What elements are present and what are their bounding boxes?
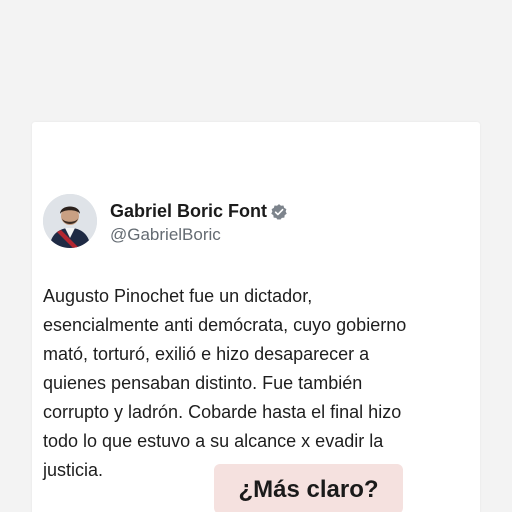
verified-badge-icon bbox=[271, 204, 287, 220]
tweet-line: todo lo que estuvo a su alcance x evadir… bbox=[43, 431, 384, 451]
tweet-line: Augusto Pinochet fue un dictador, bbox=[43, 286, 313, 306]
story-screen: Gabriel Boric Font @GabrielBoric Augusto… bbox=[0, 0, 512, 512]
tweet-card[interactable]: Gabriel Boric Font @GabrielBoric Augusto… bbox=[32, 122, 480, 512]
tweet-line: corrupto y ladrón. Cobarde hasta el fina… bbox=[43, 402, 402, 422]
tweet-line: quienes pensaban distinto. Fue también bbox=[43, 373, 363, 393]
caption-text: ¿Más claro? bbox=[238, 476, 379, 503]
tweet-line: mató, torturó, exilió e hizo desaparecer… bbox=[43, 344, 370, 364]
tweet-text: Augusto Pinochet fue un dictador, esenci… bbox=[43, 282, 473, 485]
tweet-line: esencialmente anti demócrata, cuyo gobie… bbox=[43, 315, 407, 335]
author-handle[interactable]: @GabrielBoric bbox=[110, 225, 221, 245]
author-name[interactable]: Gabriel Boric Font bbox=[110, 201, 267, 222]
avatar[interactable] bbox=[43, 194, 97, 248]
avatar-photo bbox=[43, 194, 97, 248]
caption-badge: ¿Más claro? bbox=[214, 464, 403, 512]
